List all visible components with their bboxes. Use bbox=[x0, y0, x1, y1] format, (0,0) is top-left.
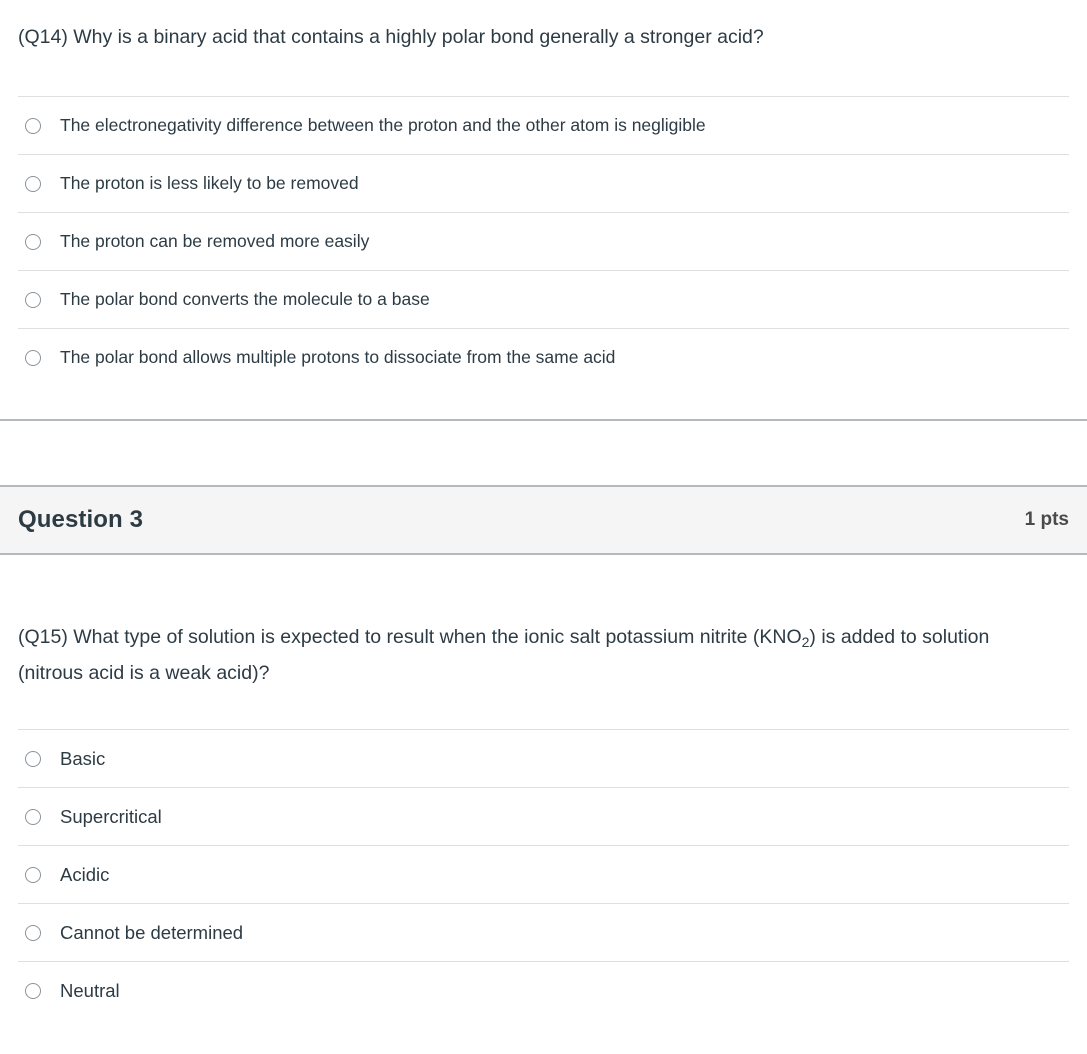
answer-option-label: The polar bond allows multiple protons t… bbox=[60, 347, 616, 368]
question-two-stem: (Q14) Why is a binary acid that contains… bbox=[18, 26, 764, 48]
question-two-answer-list: The electronegativity difference between… bbox=[0, 96, 1087, 386]
radio-unselected-icon[interactable] bbox=[25, 924, 41, 941]
question-three-stem: (Q15) What type of solution is expected … bbox=[0, 555, 1087, 691]
answer-option-row[interactable]: The proton can be removed more easily bbox=[18, 212, 1069, 270]
answer-option-row[interactable]: The proton is less likely to be removed bbox=[18, 154, 1069, 212]
question-three-points: 1 pts bbox=[1024, 509, 1069, 531]
answer-option-label: Supercritical bbox=[60, 805, 162, 827]
answer-option-row[interactable]: Supercritical bbox=[18, 787, 1069, 845]
radio-unselected-icon[interactable] bbox=[25, 117, 41, 134]
radio-unselected-icon[interactable] bbox=[25, 982, 41, 999]
radio-unselected-icon[interactable] bbox=[25, 750, 41, 767]
answer-option-row[interactable]: Basic bbox=[18, 729, 1069, 787]
radio-unselected-icon[interactable] bbox=[25, 808, 41, 825]
radio-unselected-icon[interactable] bbox=[25, 349, 41, 366]
question-two-block: (Q14) Why is a binary acid that contains… bbox=[0, 0, 1087, 485]
answer-option-row[interactable]: Neutral bbox=[18, 961, 1069, 1019]
answer-option-row[interactable]: Acidic bbox=[18, 845, 1069, 903]
radio-unselected-icon[interactable] bbox=[25, 291, 41, 308]
question-three-title: Question 3 bbox=[18, 506, 144, 534]
answer-option-label: The proton can be removed more easily bbox=[60, 231, 370, 252]
radio-unselected-icon[interactable] bbox=[25, 233, 41, 250]
answer-option-row[interactable]: Cannot be determined bbox=[18, 903, 1069, 961]
answer-option-label: Basic bbox=[60, 747, 106, 769]
question-three-stem-part1: (Q15) What type of solution is expected … bbox=[18, 626, 802, 649]
answer-option-label: The proton is less likely to be removed bbox=[60, 173, 359, 194]
quiz-page: (Q14) Why is a binary acid that contains… bbox=[0, 0, 1087, 1054]
answer-option-row[interactable]: The polar bond converts the molecule to … bbox=[18, 270, 1069, 328]
answer-option-row[interactable]: The electronegativity difference between… bbox=[18, 96, 1069, 154]
answer-option-label: Neutral bbox=[60, 979, 120, 1001]
answer-option-label: Cannot be determined bbox=[60, 921, 244, 943]
answer-option-label: Acidic bbox=[60, 863, 110, 885]
radio-unselected-icon[interactable] bbox=[25, 866, 41, 883]
answer-option-row[interactable]: The polar bond allows multiple protons t… bbox=[18, 328, 1069, 386]
answer-option-label: The polar bond converts the molecule to … bbox=[60, 289, 430, 310]
question-three-header: Question 3 1 pts bbox=[0, 485, 1087, 556]
radio-unselected-icon[interactable] bbox=[25, 175, 41, 192]
question-gap-spacer bbox=[0, 421, 1087, 485]
question-three-answer-list: Basic Supercritical Acidic Cannot be det… bbox=[0, 729, 1087, 1019]
question-three-block: (Q15) What type of solution is expected … bbox=[0, 555, 1087, 1019]
answer-option-label: The electronegativity difference between… bbox=[60, 115, 706, 136]
